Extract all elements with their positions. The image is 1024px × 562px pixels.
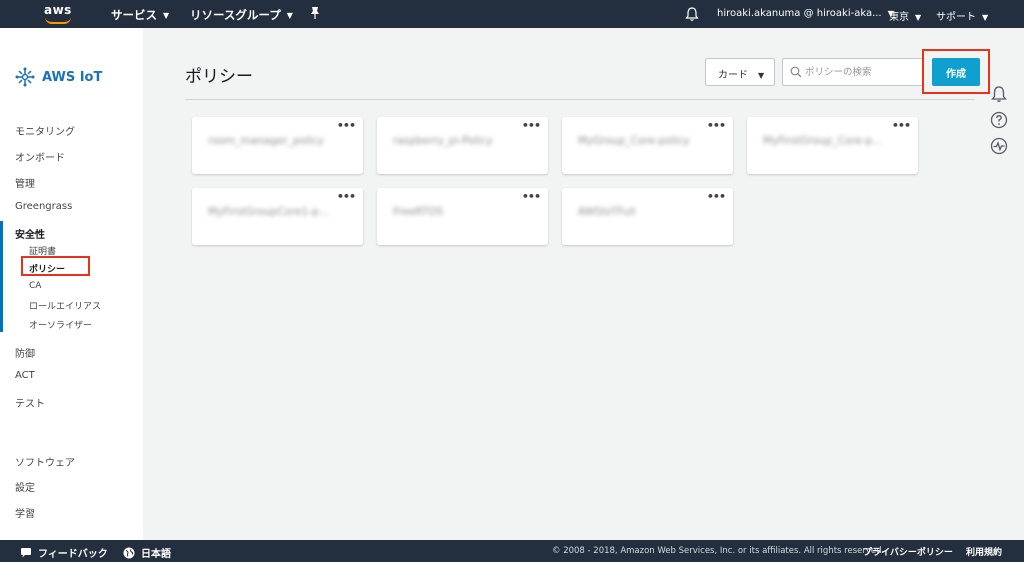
resource-groups-menu[interactable]: リソースグループ ▼ [190, 7, 293, 23]
view-mode-label: カード [718, 70, 748, 81]
policy-card[interactable]: ••• raspberry_pi-Policy [377, 117, 548, 174]
sidebar-item-learn[interactable]: 学習 [15, 505, 35, 520]
policy-card-name[interactable]: AWSIoTFull [578, 206, 636, 218]
sidebar-item-act[interactable]: ACT [15, 370, 35, 381]
card-more-menu-icon[interactable]: ••• [337, 119, 356, 132]
card-more-menu-icon[interactable]: ••• [707, 190, 726, 203]
aws-smile-icon [45, 17, 71, 24]
aws-logo-text: aws [44, 3, 72, 17]
chevron-down-icon: ▼ [286, 11, 293, 20]
notifications-bell-icon[interactable] [685, 6, 699, 22]
privacy-policy-link[interactable]: プライバシーポリシー [863, 545, 953, 558]
sidebar: AWS IoT モニタリング オンボード 管理 Greengrass 安全性 証… [0, 28, 143, 540]
sidebar-item-software[interactable]: ソフトウェア [15, 454, 75, 469]
chevron-down-icon: ▼ [982, 12, 989, 22]
policy-card-name[interactable]: MyGroup_Core-policy [578, 135, 690, 147]
aws-logo[interactable]: aws [42, 2, 76, 26]
notifications-panel-bell-icon[interactable] [990, 85, 1008, 103]
top-navigation-bar: aws サービス ▼ リソースグループ ▼ hiroaki.akanuma @ hi… [0, 0, 1024, 28]
chevron-down-icon: ▼ [758, 70, 765, 80]
chevron-down-icon: ▼ [915, 12, 922, 22]
support-menu-label: サポート [936, 12, 976, 23]
policy-card[interactable]: ••• FreeRTOS [377, 188, 548, 245]
support-menu[interactable]: サポート ▼ [936, 8, 988, 23]
help-icon[interactable] [990, 111, 1008, 129]
card-more-menu-icon[interactable]: ••• [522, 190, 541, 203]
header-divider [185, 99, 975, 100]
policy-search-box [782, 58, 924, 86]
chevron-down-icon: ▼ [163, 11, 170, 20]
sidebar-item-monitoring[interactable]: モニタリング [15, 123, 75, 138]
policy-card-name[interactable]: MyFirstGroupCore1-p... [208, 206, 329, 218]
policy-card[interactable]: ••• MyGroup_Core-policy [562, 117, 733, 174]
language-label: 日本語 [141, 549, 171, 560]
pin-icon[interactable] [310, 6, 320, 20]
policy-card-name[interactable]: raspberry_pi-Policy [393, 135, 493, 147]
card-more-menu-icon[interactable]: ••• [337, 190, 356, 203]
card-more-menu-icon[interactable]: ••• [707, 119, 726, 132]
policy-card[interactable]: ••• room_manager_policy [192, 117, 363, 174]
sidebar-item-onboard[interactable]: オンボード [15, 149, 65, 164]
activity-icon[interactable] [990, 137, 1008, 155]
policy-card[interactable]: ••• AWSIoTFull [562, 188, 733, 245]
terms-of-use-link[interactable]: 利用規約 [966, 545, 1002, 558]
sidebar-subitem-authorizers[interactable]: オーソライザー [29, 318, 92, 331]
card-more-menu-icon[interactable]: ••• [892, 119, 911, 132]
region-menu-label: 東京 [889, 12, 909, 23]
view-mode-select[interactable]: カード ▼ [705, 58, 775, 86]
speech-bubble-icon [21, 547, 31, 557]
search-icon [790, 66, 802, 78]
policy-card-name[interactable]: room_manager_policy [208, 135, 324, 147]
brand-label: AWS IoT [42, 69, 103, 85]
services-menu-label: サービス [111, 8, 157, 22]
region-menu[interactable]: 東京 ▼ [889, 8, 921, 23]
services-menu[interactable]: サービス ▼ [111, 7, 169, 23]
sidebar-subitem-role-aliases[interactable]: ロールエイリアス [29, 299, 101, 312]
resource-groups-menu-label: リソースグループ [190, 8, 281, 22]
policy-card[interactable]: ••• MyFirstGroupCore1-p... [192, 188, 363, 245]
highlight-box-create [922, 49, 990, 94]
page-title: ポリシー [185, 67, 253, 87]
sidebar-item-greengrass[interactable]: Greengrass [15, 201, 72, 212]
copyright-text: © 2008 - 2018, Amazon Web Services, Inc.… [552, 546, 885, 556]
policy-card[interactable]: ••• MyFirstGroup_Core-p... [747, 117, 918, 174]
account-menu-label: hiroaki.akanuma @ hiroaki-aka... [717, 8, 882, 19]
sidebar-item-manage[interactable]: 管理 [15, 175, 35, 190]
sidebar-subitem-ca[interactable]: CA [29, 281, 41, 291]
service-brand[interactable]: AWS IoT [14, 66, 102, 88]
footer: フィードバック 日本語 © 2008 - 2018, Amazon Web Se… [0, 540, 1024, 562]
highlight-box-policies [21, 256, 90, 276]
card-more-menu-icon[interactable]: ••• [522, 119, 541, 132]
active-section-indicator [0, 221, 3, 332]
language-selector[interactable]: 日本語 [123, 545, 171, 560]
feedback-link[interactable]: フィードバック [20, 545, 108, 560]
feedback-label: フィードバック [38, 549, 108, 560]
policy-card-name[interactable]: FreeRTOS [393, 206, 443, 218]
sidebar-item-test[interactable]: テスト [15, 395, 45, 410]
globe-icon [123, 547, 135, 558]
sidebar-item-secure[interactable]: 安全性 [15, 226, 45, 241]
aws-iot-icon [15, 67, 35, 87]
policy-card-name[interactable]: MyFirstGroup_Core-p... [763, 135, 882, 147]
sidebar-item-defend[interactable]: 防御 [15, 345, 35, 360]
policy-search-input[interactable] [805, 59, 921, 85]
account-menu[interactable]: hiroaki.akanuma @ hiroaki-aka... ▼ [717, 8, 894, 19]
sidebar-item-settings[interactable]: 設定 [15, 479, 35, 494]
